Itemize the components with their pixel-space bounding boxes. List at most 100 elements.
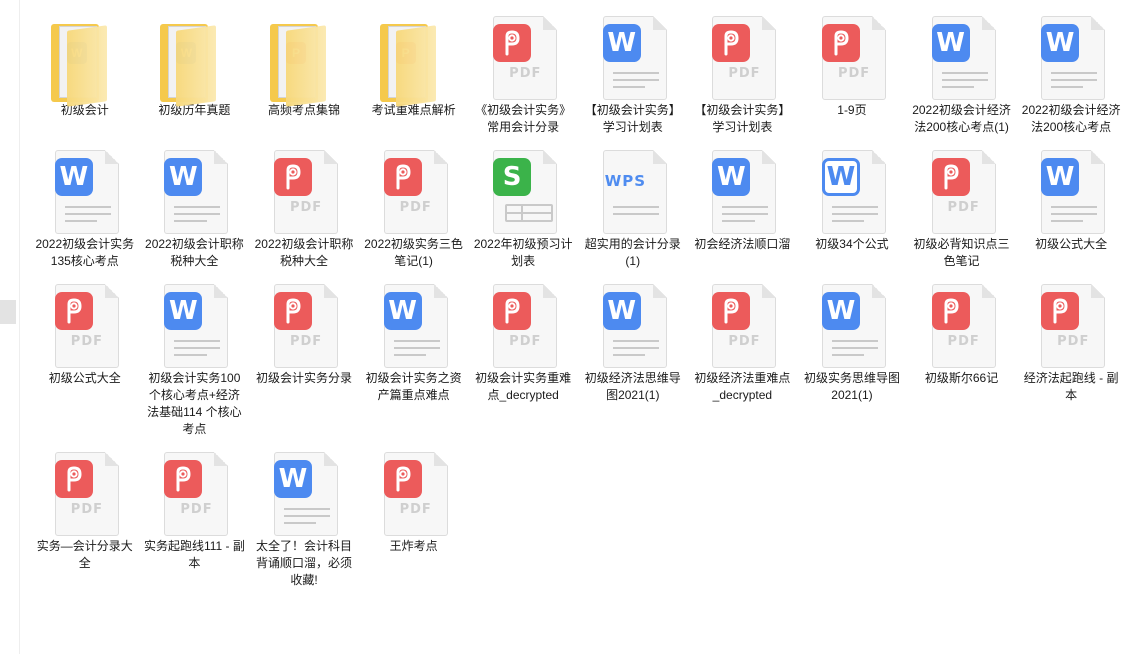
text-lines	[1051, 72, 1098, 93]
pdf-badge-icon	[383, 460, 422, 498]
file-item[interactable]: PDF 初级经济法重难点_decrypted	[688, 276, 798, 438]
file-item[interactable]: W 初级会计实务之资产篇重点难点	[359, 276, 469, 438]
file-item[interactable]: PDF 【初级会计实务】学习计划表	[688, 8, 798, 136]
file-item[interactable]: S 2022年初级预习计划表	[468, 142, 578, 270]
file-name-label: 2022初级会计经济法200核心考点	[1021, 103, 1121, 134]
pane-resize-handle[interactable]	[0, 300, 16, 324]
pdf-file-icon: PDF	[264, 142, 344, 234]
pdf-file-icon: PDF	[483, 276, 563, 368]
page-fold	[871, 150, 886, 164]
file-item[interactable]: PDF 经济法起跑线 - 副本	[1016, 276, 1126, 438]
text-lines	[283, 508, 330, 529]
text-lines	[612, 340, 659, 361]
pdf-badge-icon	[273, 292, 312, 330]
word-badge-icon: W	[931, 24, 970, 62]
pdf-label-mark: PDF	[509, 66, 542, 81]
sheet-badge-icon: S	[493, 158, 532, 196]
file-name-label: 2022初级会计实务135核心考点	[35, 237, 135, 268]
file-name-label: 太全了！会计科目背诵顺口溜，必须收藏!	[255, 539, 352, 587]
text-lines	[612, 206, 659, 220]
word-badge-icon: W	[273, 460, 312, 498]
file-item[interactable]: PDF 2022初级实务三色笔记(1)	[359, 142, 469, 270]
word-badge-icon: W	[712, 158, 751, 196]
file-item[interactable]: WPS 超实用的会计分录(1)	[578, 142, 688, 270]
folder-item[interactable]: W初级会计	[30, 8, 140, 136]
file-item[interactable]: PDF 王炸考点	[359, 444, 469, 589]
file-name-label: 2022年初级预习计划表	[473, 237, 573, 268]
page-fold	[1091, 150, 1106, 164]
folder-item[interactable]: P考试重难点解析	[359, 8, 469, 136]
file-item[interactable]: PDF 初级会计实务分录	[249, 276, 359, 438]
pdf-file-icon: PDF	[264, 276, 344, 368]
pdf-label-mark: PDF	[180, 502, 213, 517]
word-badge-icon: W	[821, 158, 860, 196]
pdf-file-icon: PDF	[374, 444, 454, 536]
file-item[interactable]: PDF 实务起跑线111 - 副本	[140, 444, 250, 589]
file-item[interactable]: W 【初级会计实务】学习计划表	[578, 8, 688, 136]
folder-item[interactable]: P高频考点集锦	[249, 8, 359, 136]
file-name-label: 初级公式大全	[1035, 237, 1108, 251]
text-lines	[64, 206, 111, 227]
file-name-label: 初级公式大全	[48, 371, 121, 385]
file-name-label: 2022初级会计职称税种大全	[254, 237, 354, 268]
file-item[interactable]: W 初会经济法顺口溜	[688, 142, 798, 270]
pdf-badge-icon	[273, 158, 312, 196]
file-item[interactable]: PDF 1-9页	[797, 8, 907, 136]
file-name-label: 1-9页	[837, 103, 867, 117]
file-name-label: 初级会计实务重难点_decrypted	[475, 371, 572, 402]
pdf-label-mark: PDF	[289, 200, 323, 215]
folder-front	[395, 25, 436, 107]
folder-pdf-icon: P	[374, 8, 454, 107]
word-badge-icon: W	[1041, 158, 1080, 196]
file-name-label: 初级经济法思维导图2021(1)	[584, 371, 681, 402]
page-fold	[323, 452, 338, 466]
file-name-label: 实务—会计分录大全	[36, 539, 133, 570]
file-item[interactable]: W 2022初级会计经济法200核心考点	[1016, 8, 1126, 136]
pdf-badge-icon	[712, 292, 751, 330]
pdf-badge-icon	[54, 292, 93, 330]
word-file-icon: W	[593, 8, 673, 100]
page-fold	[1091, 16, 1106, 30]
word-file-icon: W	[1031, 8, 1111, 100]
page-fold	[981, 150, 996, 164]
file-item[interactable]: W 2022初级会计实务135核心考点	[30, 142, 140, 270]
page-fold	[762, 284, 777, 298]
file-name-label: 初级会计实务分录	[255, 371, 352, 385]
file-item[interactable]: PDF 初级会计实务重难点_decrypted	[468, 276, 578, 438]
file-item[interactable]: W 2022初级会计职称税种大全	[140, 142, 250, 270]
file-item[interactable]: W 初级公式大全	[1016, 142, 1126, 270]
pdf-label-mark: PDF	[399, 502, 432, 517]
file-item[interactable]: PDF 初级斯尔66记	[907, 276, 1017, 438]
file-item[interactable]: W 初级实务思维导图2021(1)	[797, 276, 907, 438]
word-file-icon: W	[154, 142, 234, 234]
pdf-badge-icon	[493, 24, 532, 62]
pdf-file-icon: PDF	[922, 142, 1002, 234]
pdf-label-mark: PDF	[70, 334, 103, 349]
pdf-label-mark: PDF	[509, 334, 542, 349]
file-item[interactable]: PDF 实务—会计分录大全	[30, 444, 140, 589]
page-fold	[214, 150, 229, 164]
file-item[interactable]: PDF 初级必背知识点三色笔记	[907, 142, 1017, 270]
file-name-label: 初级实务思维导图2021(1)	[803, 371, 900, 402]
page-fold	[762, 150, 777, 164]
word-badge-icon: W	[383, 292, 422, 330]
file-item[interactable]: W 2022初级会计经济法200核心考点(1)	[907, 8, 1017, 136]
pdf-file-icon: PDF	[45, 444, 125, 536]
word-badge-icon: W	[54, 158, 93, 196]
file-item[interactable]: PDF 2022初级会计职称税种大全	[249, 142, 359, 270]
file-item[interactable]: W 初级34个公式	[797, 142, 907, 270]
file-item[interactable]: W 初级经济法思维导图2021(1)	[578, 276, 688, 438]
text-lines	[612, 72, 659, 93]
file-name-label: 初级34个公式	[815, 237, 889, 251]
folder-item[interactable]: W初级历年真题	[140, 8, 250, 136]
pdf-file-icon: PDF	[702, 8, 782, 100]
file-item[interactable]: W 初级会计实务100 个核心考点+经济法基础114 个核心考点	[140, 276, 250, 438]
page-fold	[433, 284, 448, 298]
page-fold	[323, 284, 338, 298]
file-item[interactable]: PDF 《初级会计实务》常用会计分录	[468, 8, 578, 136]
file-item[interactable]: PDF 初级公式大全	[30, 276, 140, 438]
file-name-label: 超实用的会计分录(1)	[584, 237, 681, 268]
file-item[interactable]: W 太全了！会计科目背诵顺口溜，必须收藏!	[249, 444, 359, 589]
folder-pdf-icon: P	[264, 8, 344, 107]
file-name-label: 实务起跑线111 - 副本	[143, 539, 245, 570]
